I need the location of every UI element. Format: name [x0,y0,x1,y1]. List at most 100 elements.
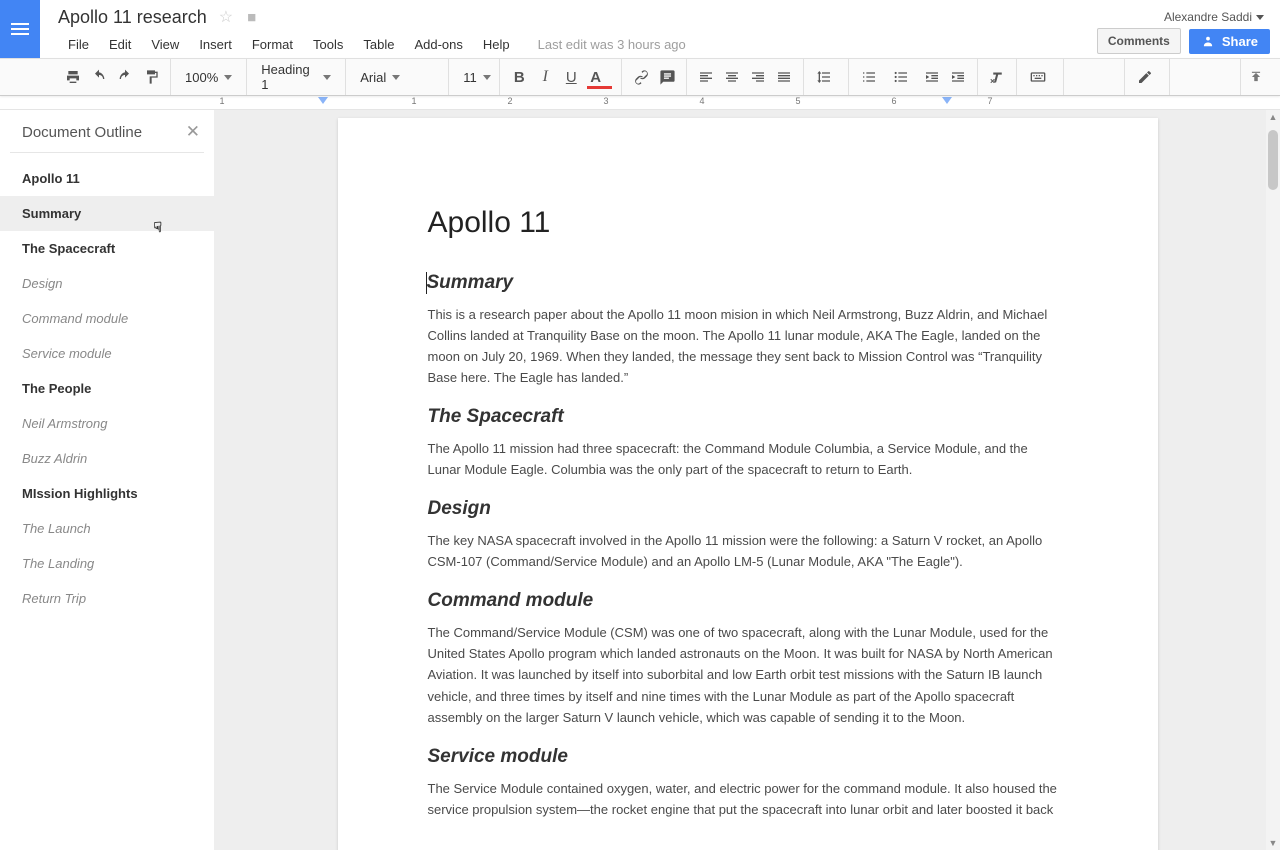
outline-item[interactable]: The Launch [0,511,214,546]
section-heading[interactable]: Service module [428,746,1062,768]
share-label: Share [1222,34,1258,49]
decrease-indent-icon[interactable] [919,64,945,90]
menu-format[interactable]: Format [242,33,303,56]
line-spacing-button[interactable] [810,64,842,90]
font-size-select[interactable]: 11 [455,64,493,90]
page-title[interactable]: Apollo 11 [428,206,1062,240]
scroll-up-icon[interactable]: ▲ [1266,110,1280,124]
ruler-number: 1 [411,96,416,106]
chevron-down-icon [483,75,491,80]
ruler-number: 6 [891,96,896,106]
user-name: Alexandre Saddi [1164,10,1252,24]
toolbar: 100% Heading 1 Arial 11 B I U A [0,58,1280,96]
underline-button[interactable]: U [558,64,584,90]
main-menu-button[interactable] [0,0,40,58]
input-tools-button[interactable] [1023,64,1057,90]
align-right-icon[interactable] [745,64,771,90]
paragraph-style-select[interactable]: Heading 1 [253,64,339,90]
italic-button[interactable]: I [532,64,558,90]
insert-comment-icon[interactable] [654,64,680,90]
outline-item[interactable]: Service module [0,336,214,371]
scroll-thumb[interactable] [1268,130,1278,190]
undo-icon[interactable] [86,64,112,90]
chevron-down-icon [1256,15,1264,20]
redo-icon[interactable] [112,64,138,90]
outline-item[interactable]: The Landing [0,546,214,581]
close-icon[interactable]: ✕ [186,122,200,142]
section-body[interactable]: The Service Module contained oxygen, wat… [428,778,1062,820]
insert-link-icon[interactable] [628,64,654,90]
outline-item[interactable]: Command module [0,301,214,336]
zoom-select[interactable]: 100% [177,64,240,90]
outline-item[interactable]: Design [0,266,214,301]
right-indent-marker[interactable] [942,97,952,104]
share-button[interactable]: Share [1189,29,1270,54]
section-body[interactable]: The Apollo 11 mission had three spacecra… [428,438,1062,480]
section-heading[interactable]: Summary [426,272,1062,294]
outline-item[interactable]: Return Trip [0,581,214,616]
section-heading[interactable]: Design [428,498,1062,520]
outline-item[interactable]: Neil Armstrong [0,406,214,441]
document-canvas[interactable]: Apollo 11 Summary This is a research pape… [215,110,1280,850]
section-body[interactable]: The Command/Service Module (CSM) was one… [428,622,1062,727]
menu-help[interactable]: Help [473,33,520,56]
outline-item[interactable]: Summary☟ [0,196,214,231]
document-title[interactable]: Apollo 11 research [58,7,207,28]
last-edit-text: Last edit was 3 hours ago [538,37,686,52]
paint-format-icon[interactable] [138,64,164,90]
ruler-number: 1 [219,96,224,106]
menu-table[interactable]: Table [353,33,404,56]
vertical-scrollbar[interactable]: ▲ ▼ [1266,110,1280,850]
folder-icon[interactable]: ■ [247,9,256,26]
menu-file[interactable]: File [58,33,99,56]
chevron-down-icon [224,75,232,80]
section-body[interactable]: This is a research paper about the Apoll… [428,304,1062,388]
ruler-number: 5 [795,96,800,106]
menu-tools[interactable]: Tools [303,33,353,56]
star-icon[interactable]: ☆ [219,7,233,27]
menu-edit[interactable]: Edit [99,33,141,56]
ruler-number: 7 [987,96,992,106]
menu-insert[interactable]: Insert [189,33,242,56]
text-color-button[interactable]: A [584,64,615,90]
title-bar: Apollo 11 research ☆ ■ Alexandre Saddi [0,0,1280,30]
ruler[interactable]: 1 1 2 3 4 5 6 7 [0,96,1280,110]
scroll-down-icon[interactable]: ▼ [1266,836,1280,850]
section-heading[interactable]: The Spacecraft [428,406,1062,428]
align-center-icon[interactable] [719,64,745,90]
section-body[interactable]: The key NASA spacecraft involved in the … [428,530,1062,572]
section-heading[interactable]: Command module [428,590,1062,612]
chevron-down-icon [323,75,331,80]
divider [10,152,204,153]
outline-item[interactable]: Buzz Aldrin [0,441,214,476]
account-menu[interactable]: Alexandre Saddi [1164,10,1270,24]
outline-item[interactable]: Apollo 11 [0,161,214,196]
left-indent-marker[interactable] [318,97,328,104]
align-left-icon[interactable] [693,64,719,90]
menu-view[interactable]: View [141,33,189,56]
ruler-number: 4 [699,96,704,106]
outline-item[interactable]: The People [0,371,214,406]
collapse-toolbar-button[interactable] [1240,59,1270,95]
clear-formatting-icon[interactable] [984,64,1010,90]
bold-button[interactable]: B [506,64,532,90]
chevron-down-icon [392,75,400,80]
hamburger-icon [11,28,29,30]
page[interactable]: Apollo 11 Summary This is a research pape… [338,118,1158,850]
numbered-list-button[interactable] [855,64,887,90]
menu-addons[interactable]: Add-ons [404,33,472,56]
outline-item[interactable]: MIssion Highlights [0,476,214,511]
outline-item[interactable]: The Spacecraft [0,231,214,266]
increase-indent-icon[interactable] [945,64,971,90]
bulleted-list-button[interactable] [887,64,919,90]
menu-bar: File Edit View Insert Format Tools Table… [0,30,1280,58]
share-icon [1201,34,1215,48]
comments-button[interactable]: Comments [1097,28,1181,54]
document-outline-panel: Document Outline ✕ Apollo 11Summary☟The … [0,110,215,850]
font-select[interactable]: Arial [352,64,442,90]
editing-mode-button[interactable] [1131,64,1163,90]
print-icon[interactable] [60,64,86,90]
outline-title: Document Outline [22,124,142,141]
align-justify-icon[interactable] [771,64,797,90]
ruler-number: 3 [603,96,608,106]
